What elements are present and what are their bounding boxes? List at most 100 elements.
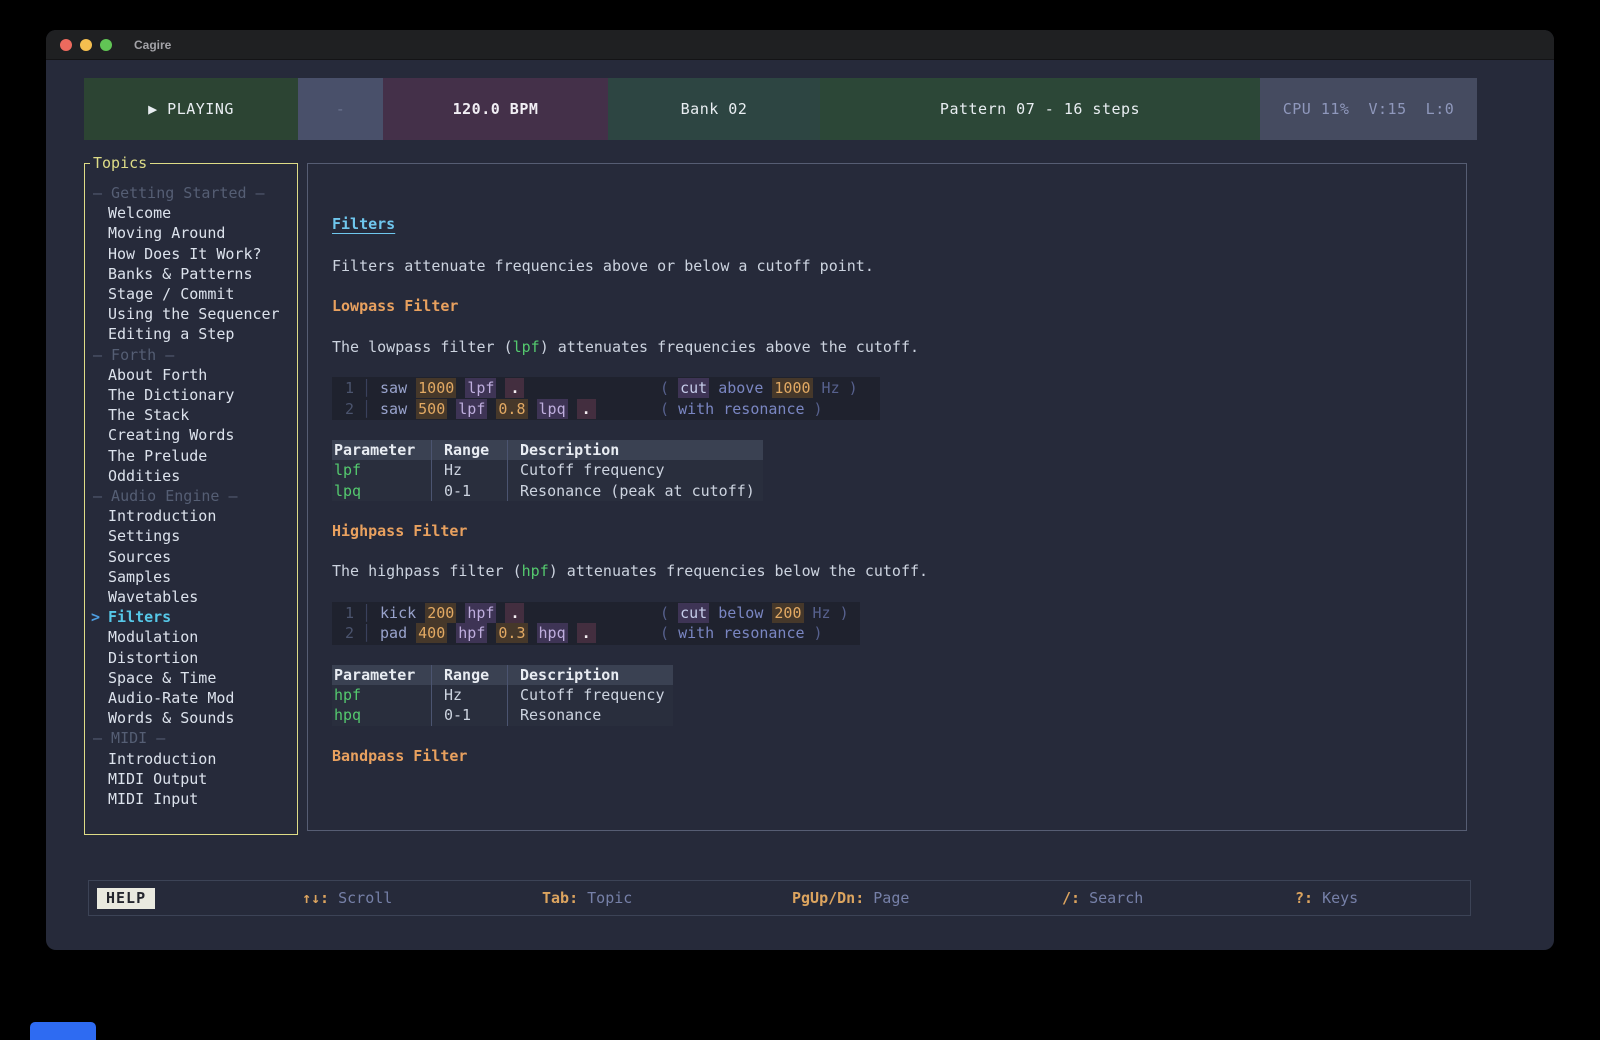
sidebar-item-label: Samples [108, 568, 171, 586]
status-bar: ▶ PLAYING-120.0 BPMBank 02Pattern 07 - 1… [84, 78, 1477, 140]
sidebar-item-settings[interactable]: Settings [85, 526, 297, 546]
code-token: . [577, 399, 596, 419]
table-row: hpfHzCutoff frequency [332, 685, 673, 705]
sidebar-item-filters[interactable]: >Filters [85, 607, 297, 627]
selected-arrow-icon: > [91, 607, 100, 627]
sidebar-item-midi-output[interactable]: MIDI Output [85, 769, 297, 789]
sidebar-item-editing-a-step[interactable]: Editing a Step [85, 324, 297, 344]
code-token [528, 400, 537, 418]
hint-key: ↑↓: [302, 889, 329, 907]
sidebar-item-the-prelude[interactable]: The Prelude [85, 446, 297, 466]
code-token [709, 379, 718, 397]
sidebar-item-midi-input[interactable]: MIDI Input [85, 789, 297, 809]
code-token: hpf [456, 623, 487, 643]
table-header-row: ParameterRangeDescription [332, 440, 763, 460]
sidebar-item-banks-patterns[interactable]: Banks & Patterns [85, 264, 297, 284]
section-heading-highpass-filter: Highpass Filter [332, 521, 1466, 542]
code-token: pad [380, 624, 407, 642]
sidebar-item-label: How Does It Work? [108, 245, 262, 263]
code-token [447, 624, 456, 642]
sidebar-section-forth: — Forth — [85, 345, 297, 365]
sidebar-item-label: — Getting Started — [93, 184, 265, 202]
sidebar-item-label: Wavetables [108, 588, 198, 606]
intro-paragraph: Filters attenuate frequencies above or b… [332, 256, 1466, 277]
sidebar-item-sources[interactable]: Sources [85, 547, 297, 567]
key-hint-topic: Tab: Topic [542, 889, 632, 907]
sidebar-item-words-sounds[interactable]: Words & Sounds [85, 708, 297, 728]
table-cell: Cutoff frequency [507, 460, 763, 480]
sidebar-item-introduction[interactable]: Introduction [85, 749, 297, 769]
gutter-divider: │ [354, 399, 380, 420]
hint-label: Scroll [329, 889, 392, 907]
column-header: Parameter [332, 665, 431, 685]
code-example: 1│saw 1000 lpf .( cut above 1000 Hz )2│s… [332, 377, 880, 420]
sidebar-item-stage-commit[interactable]: Stage / Commit [85, 284, 297, 304]
code-token: hpf [522, 562, 549, 580]
table-cell: Hz [431, 685, 507, 705]
sidebar-item-about-forth[interactable]: About Forth [85, 365, 297, 385]
topics-list: — Getting Started —WelcomeMoving Around H… [85, 164, 297, 809]
topics-panel-title: Topics [90, 155, 150, 171]
code-token: ( [660, 379, 678, 397]
code-token [568, 624, 577, 642]
sidebar-item-welcome[interactable]: Welcome [85, 203, 297, 223]
code-line: 2│pad 400 hpf 0.3 hpq .( with resonance … [332, 623, 860, 644]
sidebar-item-using-the-sequencer[interactable]: Using the Sequencer [85, 304, 297, 324]
close-window-icon[interactable] [60, 39, 72, 51]
code-token: 1000 [416, 378, 456, 398]
sidebar-item-label: Introduction [108, 507, 216, 525]
code-line: 1│kick 200 hpf .( cut below 200 Hz ) [332, 603, 860, 624]
hint-label: Page [864, 889, 909, 907]
table-cell: lpq [332, 481, 431, 501]
sidebar-item-the-stack[interactable]: The Stack [85, 405, 297, 425]
column-header: Description [507, 440, 763, 460]
table-cell: Cutoff frequency [507, 685, 673, 705]
dock-item[interactable] [30, 1022, 96, 1040]
sidebar-item-label: Using the Sequencer [108, 305, 280, 323]
sidebar-section-getting-started: — Getting Started — [85, 183, 297, 203]
sidebar-item-creating-words[interactable]: Creating Words [85, 425, 297, 445]
sidebar-section-audio-engine: — Audio Engine — [85, 486, 297, 506]
code-token [528, 624, 537, 642]
status-segment-meters: CPU 11% V:15 L:0 [1260, 78, 1477, 140]
sidebar-item-the-dictionary[interactable]: The Dictionary [85, 385, 297, 405]
section-paragraph: The highpass filter (hpf) attenuates fre… [332, 561, 1466, 582]
code-token: cut [678, 378, 709, 398]
maximize-window-icon[interactable] [100, 39, 112, 51]
minimize-window-icon[interactable] [80, 39, 92, 51]
code-token [447, 400, 456, 418]
code-token: ( [660, 604, 678, 622]
sidebar-item-space-time[interactable]: Space & Time [85, 668, 297, 688]
sidebar-item-label: — MIDI — [93, 729, 165, 747]
table-row: lpfHzCutoff frequency [332, 460, 763, 480]
sidebar-item-label: MIDI Input [108, 790, 198, 808]
sidebar-item-wavetables[interactable]: Wavetables [85, 587, 297, 607]
code-token [407, 379, 416, 397]
key-hint-page: PgUp/Dn: Page [792, 889, 909, 907]
code-token: . [577, 623, 596, 643]
code-token: lpf [465, 378, 496, 398]
parameter-table: ParameterRangeDescriptionlpfHzCutoff fre… [332, 440, 763, 501]
help-content-panel[interactable]: FiltersFilters attenuate frequencies abo… [307, 163, 1467, 831]
table-cell: 0-1 [431, 705, 507, 725]
terminal-area: ▶ PLAYING-120.0 BPMBank 02Pattern 07 - 1… [84, 78, 1477, 916]
key-hint-scroll: ↑↓: Scroll [302, 889, 392, 907]
code-token [407, 400, 416, 418]
code-token [456, 604, 465, 622]
sidebar-item-samples[interactable]: Samples [85, 567, 297, 587]
sidebar-item-label: Space & Time [108, 669, 216, 687]
table-cell: Resonance (peak at cutoff) [507, 481, 763, 501]
sidebar-item-how-does-it-work[interactable]: How Does It Work? [85, 244, 297, 264]
sidebar-item-distortion[interactable]: Distortion [85, 648, 297, 668]
status-segment-bank: Bank 02 [608, 78, 820, 140]
window-title: Cagire [134, 38, 171, 52]
sidebar-item-modulation[interactable]: Modulation [85, 627, 297, 647]
code-token: saw [380, 400, 407, 418]
sidebar-item-audio-rate-mod[interactable]: Audio-Rate Mod [85, 688, 297, 708]
sidebar-item-introduction[interactable]: Introduction [85, 506, 297, 526]
code-token: above [718, 379, 763, 397]
sidebar-item-oddities[interactable]: Oddities [85, 466, 297, 486]
line-number: 1 [332, 603, 354, 624]
sidebar-item-label: Modulation [108, 628, 198, 646]
sidebar-item-moving-around[interactable]: Moving Around [85, 223, 297, 243]
